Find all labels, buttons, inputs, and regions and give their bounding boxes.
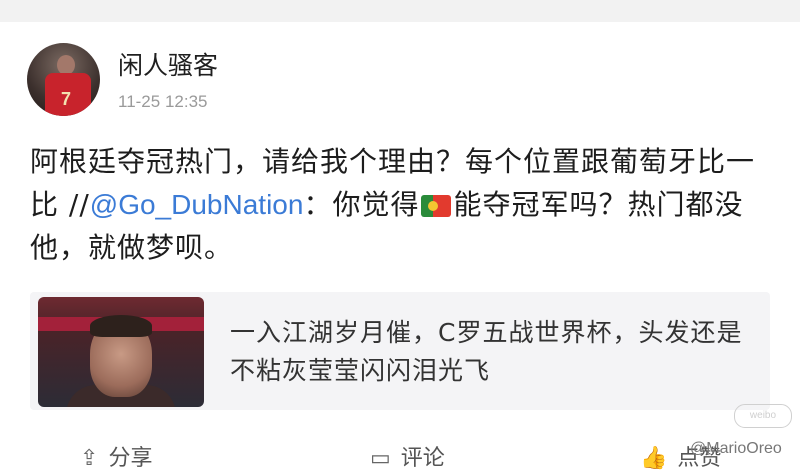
comment-icon: ▭ (370, 446, 391, 471)
card-text: 一入江湖岁月催，C罗五战世界杯，头发还是不粘灰莹莹闪闪泪光飞 (230, 318, 743, 385)
post-timestamp: 11-25 12:35 (118, 92, 208, 111)
action-bar: ⇪ 分享 ▭ 评论 👍 点赞 (0, 440, 800, 472)
portugal-flag-icon (421, 195, 452, 217)
avatar[interactable]: 7 (27, 43, 100, 116)
link-card[interactable]: 一入江湖岁月催，C罗五战世界杯，头发还是不粘灰莹莹闪闪泪光飞 (30, 292, 770, 410)
share-label: 分享 (108, 446, 153, 471)
share-button[interactable]: ⇪ 分享 (80, 440, 152, 472)
watermark: @MarioOreo (690, 440, 782, 457)
username[interactable]: 闲人骚客 (118, 46, 218, 82)
comment-label: 评论 (400, 446, 445, 471)
post-text-part2: ：你觉得 (303, 188, 420, 221)
post-text: 阿根廷夺冠热门，请给我个理由？每个位置跟葡萄牙比一比 //@Go_DubNati… (30, 140, 770, 269)
share-icon: ⇪ (80, 446, 99, 471)
comment-button[interactable]: ▭ 评论 (370, 440, 445, 472)
mention-link[interactable]: @Go_DubNation (90, 189, 304, 220)
avatar-jersey-number: 7 (61, 89, 72, 109)
thumbs-up-icon: 👍 (640, 446, 668, 471)
card-thumbnail (38, 297, 204, 407)
weibo-badge: weibo (734, 404, 792, 428)
avatar-head (57, 55, 75, 75)
top-band (0, 0, 800, 22)
